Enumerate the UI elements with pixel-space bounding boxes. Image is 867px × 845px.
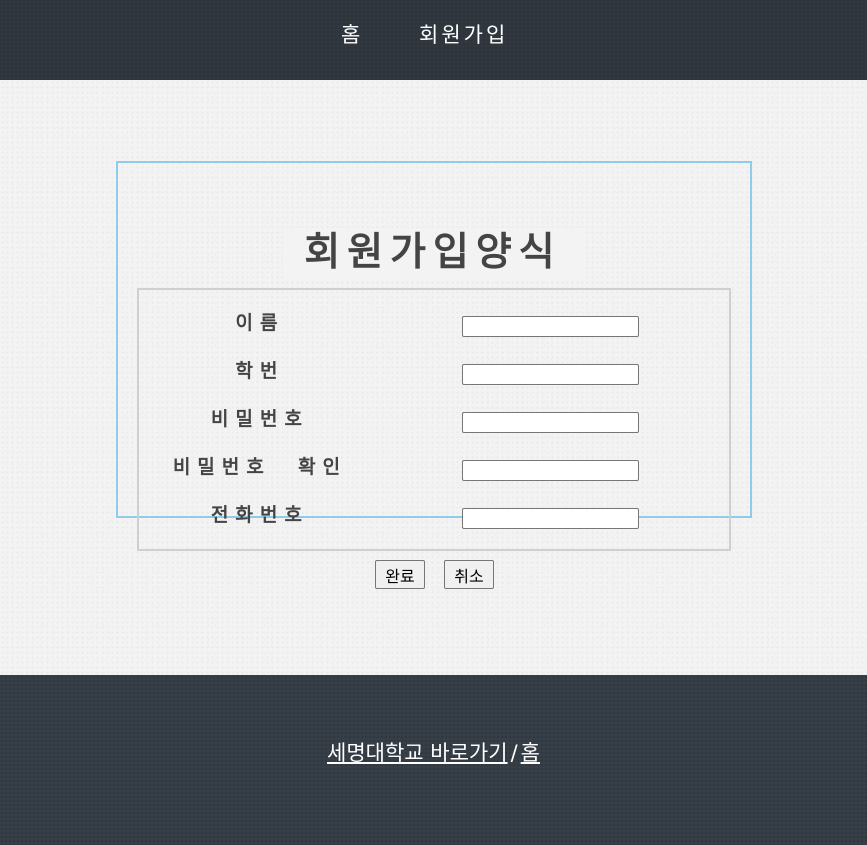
footer-links: 세명대학교 바로가기 / 홈 xyxy=(0,738,867,768)
field-label-name: 이름 xyxy=(235,312,285,334)
student-id-input[interactable] xyxy=(462,364,639,385)
top-nav-bar: 홈 회원가입 xyxy=(0,0,867,80)
form-title: 회원가입양식 xyxy=(283,228,583,278)
nav-home-link[interactable]: 홈 xyxy=(341,20,363,50)
cancel-button[interactable]: 취소 xyxy=(444,560,494,589)
name-input[interactable] xyxy=(462,316,639,337)
submit-button[interactable]: 완료 xyxy=(375,560,425,589)
phone-input[interactable] xyxy=(462,508,639,529)
nav-signup-link[interactable]: 회원가입 xyxy=(419,20,508,50)
footer-home-link[interactable]: 홈 xyxy=(521,741,540,765)
field-label-password: 비밀번호 xyxy=(211,408,309,430)
footer-separator: / xyxy=(510,741,518,765)
password-input[interactable] xyxy=(462,412,639,433)
password-confirm-input[interactable] xyxy=(462,460,639,481)
field-label-student-id: 학번 xyxy=(235,360,285,382)
field-label-password-confirm: 비밀번호 확인 xyxy=(172,456,348,478)
field-label-phone: 전화번호 xyxy=(211,504,309,526)
semyung-university-link[interactable]: 세명대학교 바로가기 xyxy=(327,741,508,765)
